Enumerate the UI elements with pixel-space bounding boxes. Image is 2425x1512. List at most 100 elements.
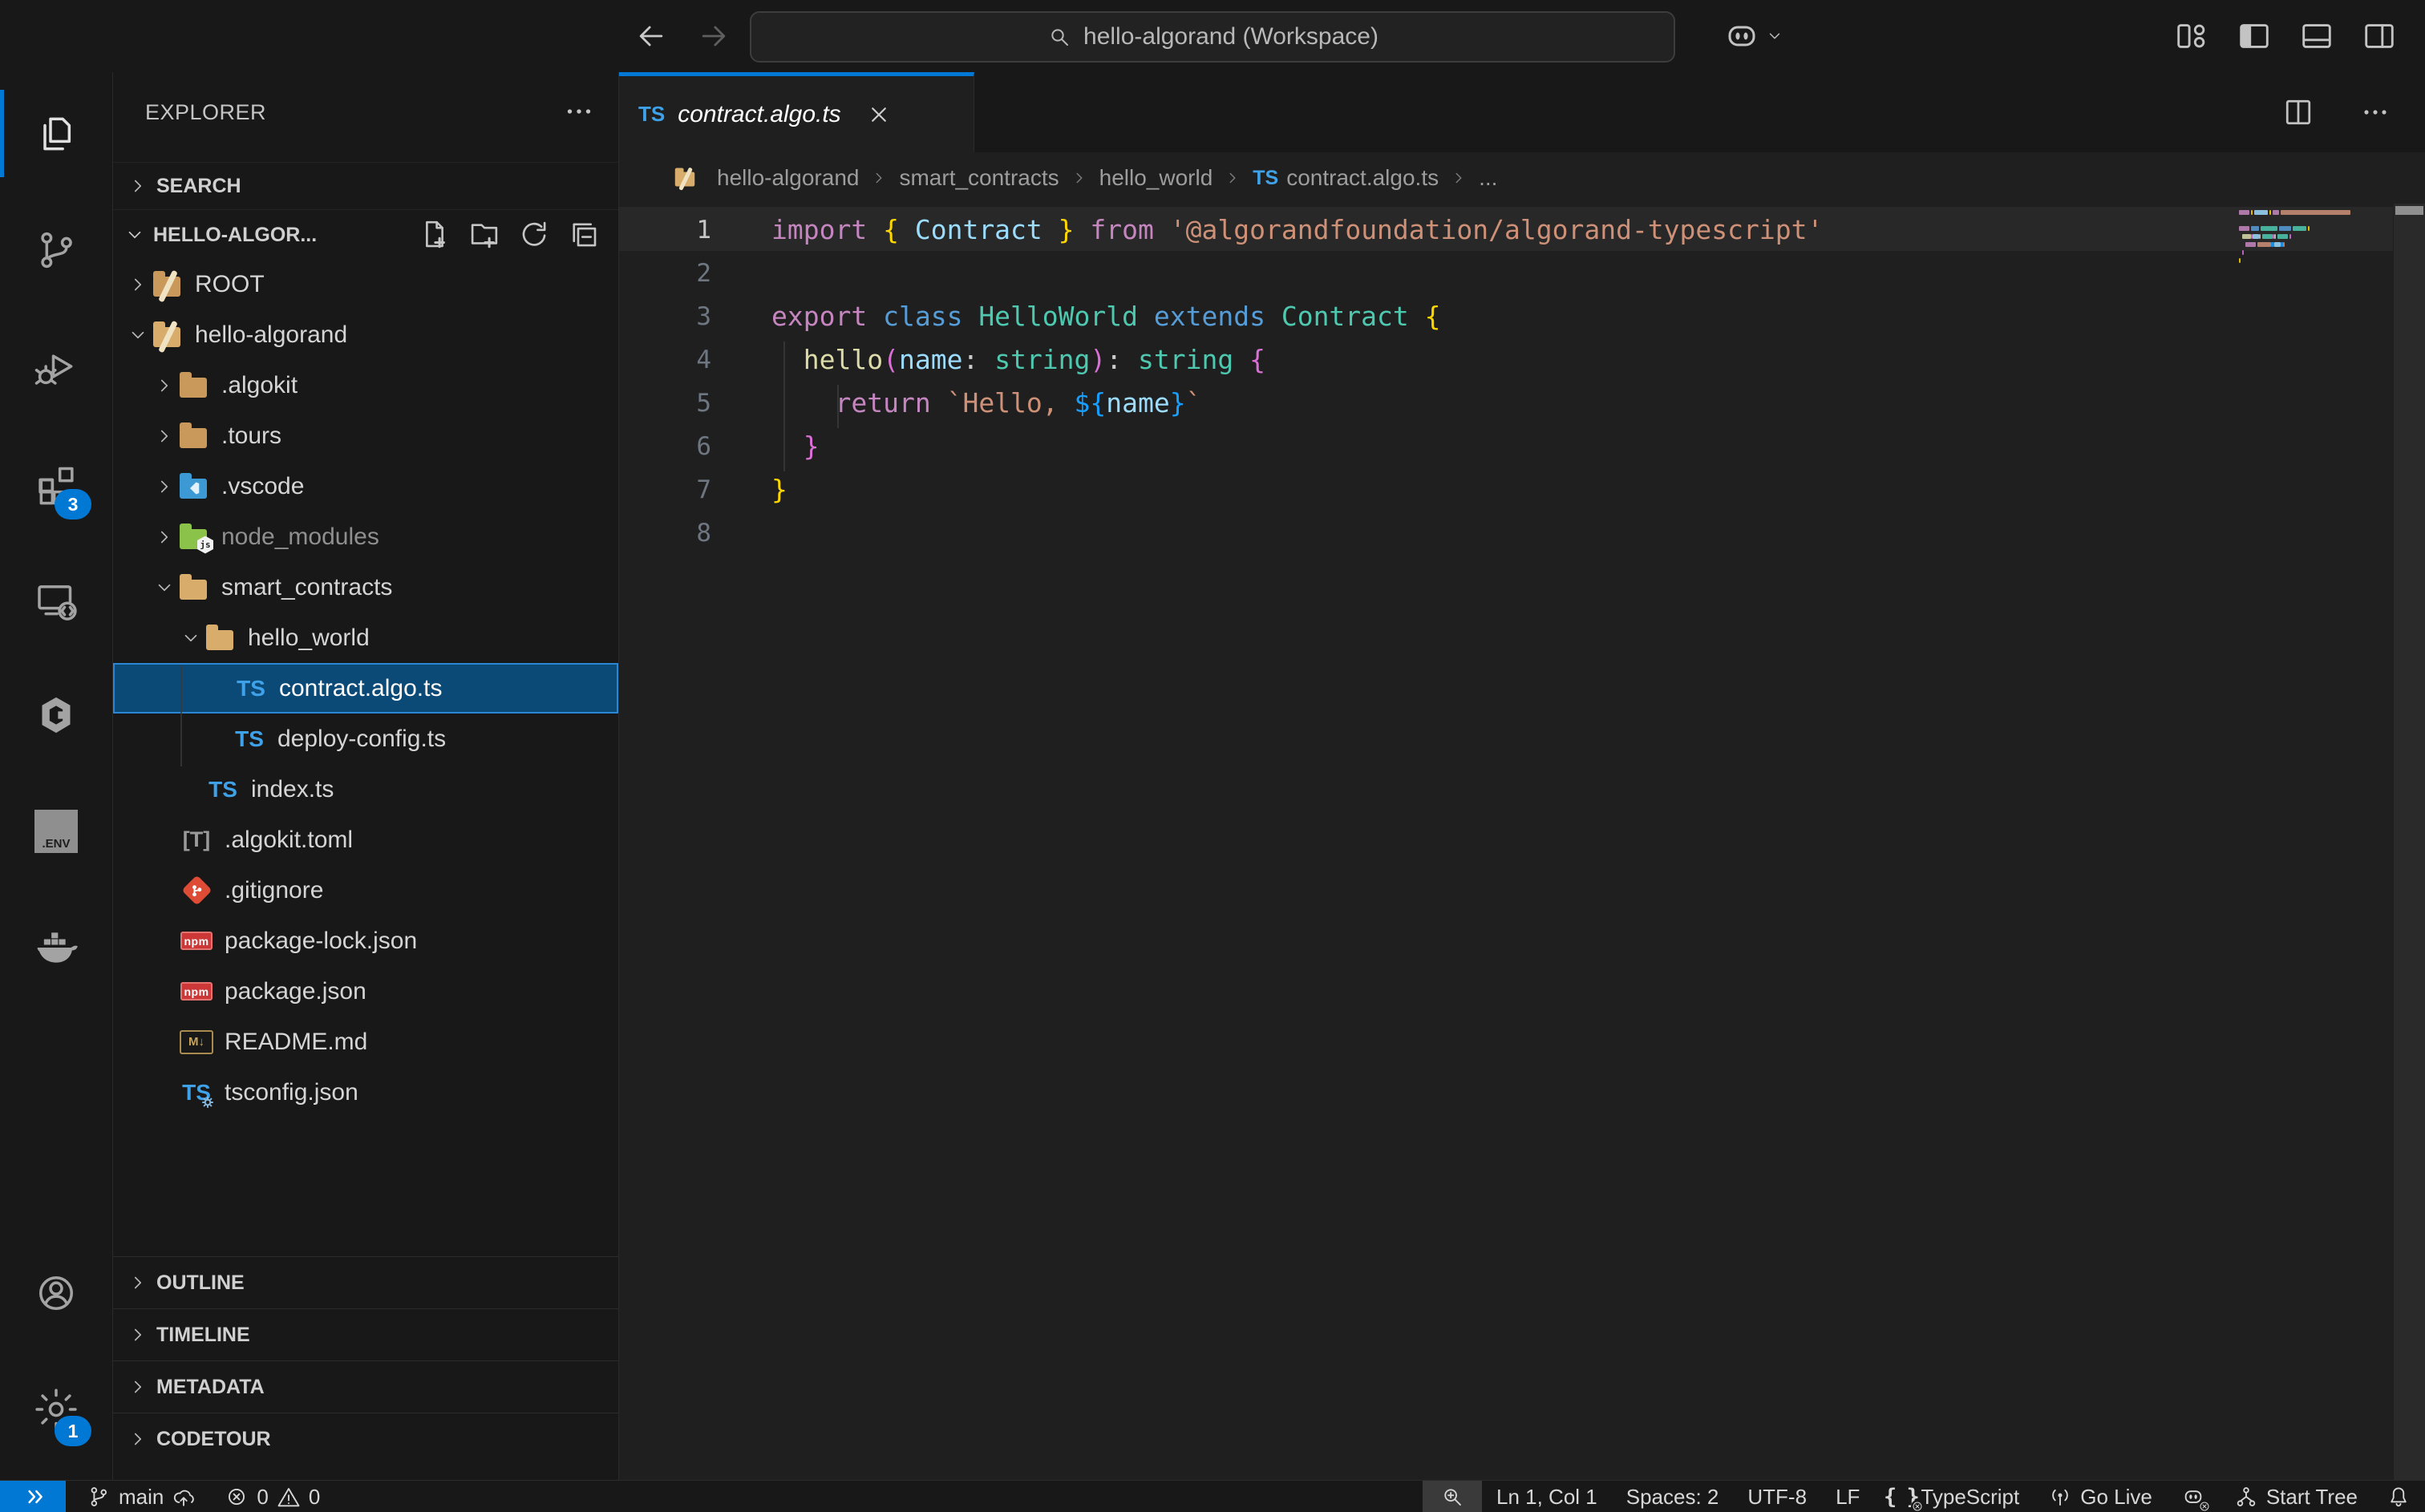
activity-accounts[interactable] [0, 1235, 112, 1351]
scrollbar[interactable] [2394, 204, 2425, 1480]
tree-item-tours[interactable]: .tours [113, 410, 618, 461]
new-file-button[interactable] [418, 217, 451, 251]
tab-bar: TS contract.algo.ts [619, 72, 2425, 152]
search-icon [1047, 24, 1072, 50]
tree-item-readme-md[interactable]: M↓README.md [113, 1017, 618, 1067]
toggle-panel-button[interactable] [2298, 18, 2335, 55]
new-folder-button[interactable] [468, 217, 501, 251]
minimap[interactable] [2239, 210, 2359, 274]
tree-item-root[interactable]: ROOT [113, 259, 618, 309]
activity-extensions[interactable]: 3 [0, 424, 112, 540]
explorer-more-actions-button[interactable] [561, 93, 597, 130]
tree-item-deploy-config-ts[interactable]: TSdeploy-config.ts [113, 714, 618, 764]
tree-item-index-ts[interactable]: TSindex.ts [113, 764, 618, 815]
folder-node-icon: js [175, 519, 212, 556]
toggle-secondary-sidebar-button[interactable] [2361, 18, 2398, 55]
tab-label: contract.algo.ts [678, 101, 840, 128]
split-editor-button[interactable] [2281, 95, 2316, 130]
tree-item-gitignore[interactable]: .gitignore [113, 865, 618, 916]
remote-explorer-icon [34, 576, 79, 621]
section-search[interactable]: SEARCH [113, 162, 618, 210]
workspace-label: HELLO-ALGOR... [153, 224, 317, 247]
section-outline[interactable]: OUTLINE [113, 1256, 618, 1308]
refresh-button[interactable] [517, 217, 551, 251]
collapse-all-button[interactable] [567, 217, 601, 251]
section-codetour[interactable]: CODETOUR [113, 1413, 618, 1465]
section-timeline[interactable]: TIMELINE [113, 1308, 618, 1360]
status-start-tree[interactable]: Start Tree [2220, 1481, 2372, 1512]
activity-dotenv[interactable]: .ENV [0, 773, 112, 889]
breadcrumb-item[interactable]: hello_world [1099, 165, 1213, 191]
status-problems[interactable]: 00 [210, 1481, 334, 1512]
chevron-right-icon [128, 1272, 148, 1293]
section-metadata[interactable]: METADATA [113, 1360, 618, 1413]
activity-remote-explorer[interactable] [0, 540, 112, 657]
folder-root-icon [670, 164, 699, 192]
tab-close-button[interactable] [865, 101, 893, 128]
folder-open-icon [175, 569, 212, 606]
tree-item-label: hello_world [248, 625, 370, 652]
section-label: METADATA [156, 1376, 265, 1399]
chevron-right-icon [128, 274, 148, 295]
tree-item-tsconfig-json[interactable]: TStsconfig.json [113, 1067, 618, 1118]
tree-item-contract-algo-ts[interactable]: TScontract.algo.ts [113, 663, 618, 714]
status-copilot-status[interactable] [2167, 1481, 2220, 1512]
activity-source-control[interactable] [0, 192, 112, 308]
activity-run-and-debug[interactable] [0, 308, 112, 424]
breadcrumb-item[interactable]: ... [1479, 165, 1497, 191]
section-workspace[interactable]: HELLO-ALGOR... [113, 211, 618, 259]
arrow-right-icon [696, 18, 731, 54]
breadcrumb-item[interactable]: TScontract.algo.ts [1253, 165, 1439, 191]
status-indentation[interactable]: Spaces: 2 [1612, 1481, 1734, 1512]
line-number: 6 [619, 425, 711, 468]
tree-item-hello-world[interactable]: hello_world [113, 612, 618, 663]
status-cursor-position[interactable]: Ln 1, Col 1 [1482, 1481, 1612, 1512]
copilot-menu[interactable] [1723, 0, 1783, 72]
code-editor[interactable]: 12345678 import { Contract } from '@algo… [619, 204, 2425, 1480]
activity-docker[interactable] [0, 889, 112, 1005]
command-center-search[interactable]: hello-algorand (Workspace) [750, 11, 1675, 63]
tree-item-vscode[interactable]: .vscode [113, 461, 618, 511]
file-ts-icon: TS [231, 721, 268, 758]
activity-settings[interactable]: 1 [0, 1351, 112, 1467]
status-label: Go Live [2080, 1485, 2152, 1510]
section-label: TIMELINE [156, 1324, 250, 1347]
activity-explorer[interactable] [0, 75, 112, 192]
algokit-icon [34, 693, 79, 738]
status-remote-indicator[interactable] [0, 1481, 66, 1512]
status-go-live[interactable]: Go Live [2034, 1481, 2167, 1512]
tab-contract-algo-ts[interactable]: TS contract.algo.ts [619, 72, 974, 152]
code-line [771, 252, 2217, 295]
tree-item-algokit-toml[interactable]: [T].algokit.toml [113, 815, 618, 865]
tree-item-package-lock-json[interactable]: npmpackage-lock.json [113, 916, 618, 966]
activity-algokit[interactable] [0, 657, 112, 773]
customize-layout-button[interactable] [2173, 18, 2210, 55]
breadcrumb-item[interactable]: hello-algorand [670, 164, 859, 192]
tree-item-node-modules[interactable]: jsnode_modules [113, 511, 618, 562]
tree-item-label: package.json [225, 978, 366, 1005]
status-label: LF [1836, 1485, 1860, 1510]
back-button[interactable] [634, 18, 669, 54]
status-label: main [119, 1485, 164, 1510]
status-notifications[interactable] [2372, 1481, 2425, 1512]
activity-bar: 3 .ENV 1 [0, 72, 113, 1480]
remote-glyph-icon [21, 1485, 45, 1509]
status-encoding[interactable]: UTF-8 [1733, 1481, 1821, 1512]
tree-item-hello-algorand[interactable]: hello-algorand [113, 309, 618, 360]
breadcrumb-item[interactable]: smart_contracts [899, 165, 1059, 191]
status-eol[interactable]: LF [1821, 1481, 1874, 1512]
status-zoom-status[interactable] [1423, 1481, 1482, 1512]
tree-item-package-json[interactable]: npmpackage.json [113, 966, 618, 1017]
toggle-primary-sidebar-button[interactable] [2236, 18, 2273, 55]
chevron-down-icon [180, 628, 201, 649]
status-branch-status[interactable]: main [72, 1481, 210, 1512]
editor-more-actions-button[interactable] [2358, 95, 2393, 130]
line-number: 5 [619, 382, 711, 425]
status-label: Spaces: 2 [1626, 1485, 1719, 1510]
tree-item-smart-contracts[interactable]: smart_contracts [113, 562, 618, 612]
status-language-mode[interactable]: { }TypeScript [1874, 1481, 2034, 1512]
forward-button[interactable] [696, 18, 731, 54]
tree-hierarchy-icon [2234, 1485, 2258, 1509]
dotenv-icon: .ENV [34, 809, 79, 854]
tree-item-algokit[interactable]: .algokit [113, 360, 618, 410]
